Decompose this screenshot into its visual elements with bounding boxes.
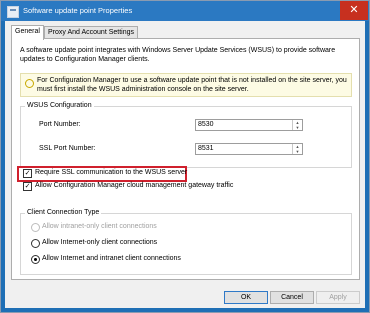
radio-intranet-only-button[interactable] <box>31 223 40 232</box>
dialog-client-area: General Proxy And Account Settings A sof… <box>5 21 365 308</box>
tab-general[interactable]: General <box>11 25 44 40</box>
radio-internet-only[interactable]: Allow Internet-only client connections <box>31 238 231 248</box>
port-number-spin-arrows[interactable]: ▲ ▼ <box>292 120 302 130</box>
cancel-button[interactable]: Cancel <box>270 291 314 304</box>
wsus-configuration-title: WSUS Configuration <box>25 102 94 109</box>
title-bar[interactable]: Software update point Properties ✕ <box>1 1 369 21</box>
require-ssl-checkbox[interactable]: ✓ <box>23 169 32 178</box>
radio-internet-and-intranet[interactable]: Allow Internet and intranet client conne… <box>31 254 251 264</box>
info-banner: For Configuration Manager to use a softw… <box>20 73 352 97</box>
spin-down-icon[interactable]: ▼ <box>293 149 302 154</box>
window-title: Software update point Properties <box>23 6 133 15</box>
properties-window: Software update point Properties ✕ Gener… <box>0 0 370 313</box>
allow-cmg-label: Allow Configuration Manager cloud manage… <box>35 182 234 189</box>
ok-button[interactable]: OK <box>224 291 268 304</box>
window-app-icon <box>7 6 19 18</box>
client-connection-type-group: Client Connection Type Allow intranet-on… <box>20 209 352 275</box>
radio-internet-only-button[interactable] <box>31 239 40 248</box>
ssl-port-number-label: SSL Port Number: <box>39 145 96 152</box>
port-number-value: 8530 <box>198 121 214 128</box>
ssl-port-spin-arrows[interactable]: ▲ ▼ <box>292 144 302 154</box>
close-button[interactable]: ✕ <box>340 1 368 20</box>
require-ssl-label: Require SSL communication to the WSUS se… <box>35 169 188 176</box>
port-number-label: Port Number: <box>39 121 81 128</box>
general-tab-panel: A software update point integrates with … <box>11 38 360 280</box>
info-icon <box>25 79 34 88</box>
radio-internet-only-label: Allow Internet-only client connections <box>42 239 158 246</box>
ssl-port-number-spinbox[interactable]: 8531 ▲ ▼ <box>195 143 303 155</box>
require-ssl-checkbox-row[interactable]: ✓ Require SSL communication to the WSUS … <box>23 168 187 178</box>
close-icon: ✕ <box>349 4 359 16</box>
client-connection-type-title: Client Connection Type <box>25 209 102 216</box>
allow-cmg-checkbox-row[interactable]: ✓ Allow Configuration Manager cloud mana… <box>23 181 263 191</box>
intro-text: A software update point integrates with … <box>20 47 336 63</box>
port-number-spinbox[interactable]: 8530 ▲ ▼ <box>195 119 303 131</box>
radio-internet-and-intranet-button[interactable] <box>31 255 40 264</box>
spin-down-icon[interactable]: ▼ <box>293 125 302 130</box>
wsus-configuration-group: WSUS Configuration Port Number: 8530 ▲ ▼… <box>20 102 352 168</box>
radio-internet-and-intranet-label: Allow Internet and intranet client conne… <box>42 255 181 262</box>
allow-cmg-checkbox[interactable]: ✓ <box>23 182 32 191</box>
info-text: For Configuration Manager to use a softw… <box>37 77 347 93</box>
radio-intranet-only-label: Allow intranet-only client connections <box>42 223 157 230</box>
ssl-port-number-value: 8531 <box>198 145 214 152</box>
apply-button[interactable]: Apply <box>316 291 360 304</box>
radio-intranet-only[interactable]: Allow intranet-only client connections <box>31 222 231 232</box>
